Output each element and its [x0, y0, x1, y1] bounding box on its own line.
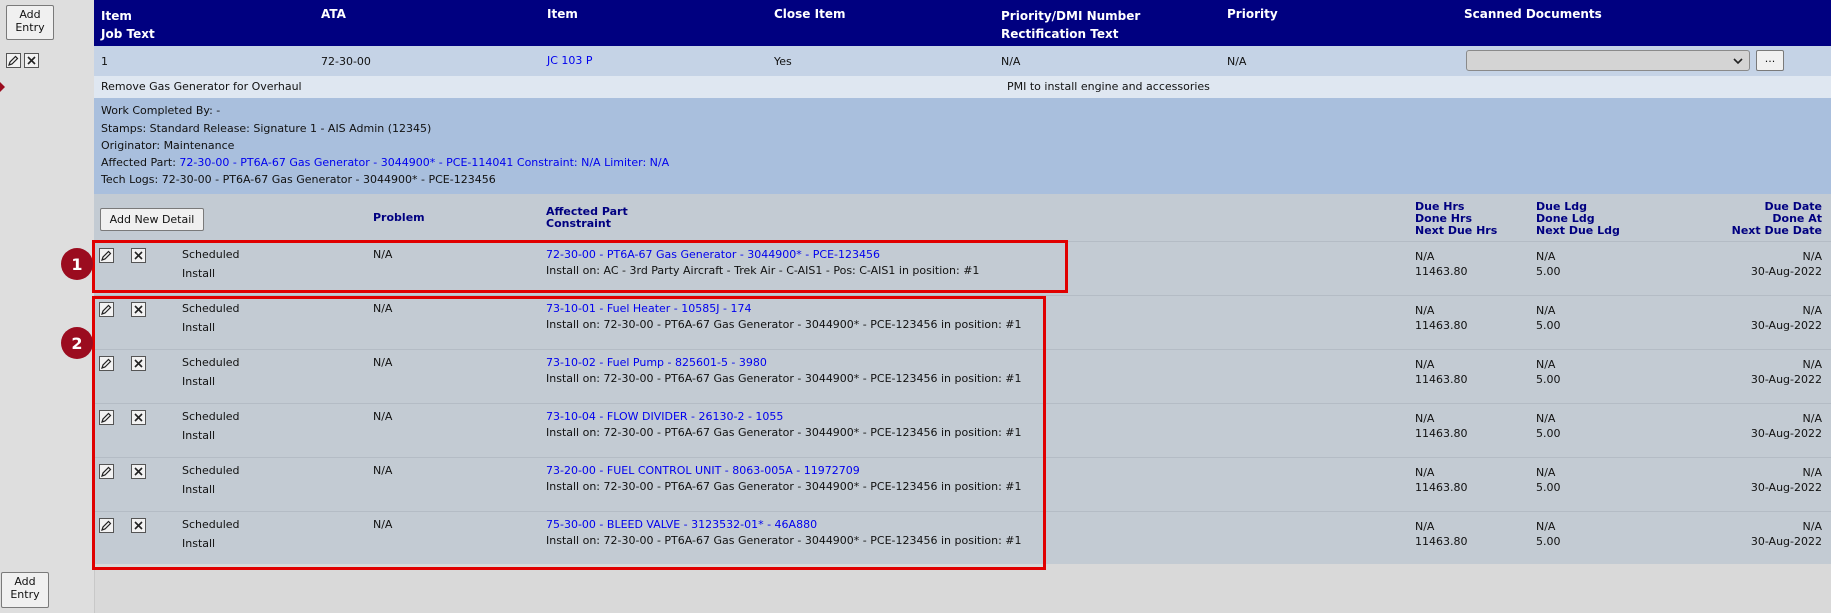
- detail-due-date: N/A: [1802, 466, 1822, 479]
- scanned-documents-select[interactable]: [1466, 50, 1750, 71]
- header-item-2: Item: [547, 7, 578, 21]
- detail-due-date: N/A: [1802, 412, 1822, 425]
- entry-priority: N/A: [1227, 55, 1247, 68]
- work-completed-by: Work Completed By: -: [101, 104, 221, 117]
- entry-priority-dmi: N/A: [1001, 55, 1021, 68]
- detail-due-hrs: N/A: [1415, 466, 1435, 479]
- detail-done-ldg: 5.00: [1536, 373, 1561, 386]
- add-entry-button-top[interactable]: Add Entry: [6, 5, 54, 40]
- detail-done-ldg: 5.00: [1536, 481, 1561, 494]
- detail-done-hrs: 11463.80: [1415, 319, 1468, 332]
- detail-due-date: N/A: [1802, 358, 1822, 371]
- scanned-documents-more-button[interactable]: ...: [1756, 50, 1784, 71]
- current-row-pointer-icon: [0, 82, 5, 92]
- detail-done-at: 30-Aug-2022: [1750, 427, 1822, 440]
- tech-logs: Tech Logs: 72-30-00 - PT6A-67 Gas Genera…: [101, 173, 496, 186]
- detail-due-hrs: N/A: [1415, 304, 1435, 317]
- detail-header-next-due-hrs: Next Due Hrs: [1415, 224, 1498, 237]
- affected-part-link[interactable]: 72-30-00 - PT6A-67 Gas Generator - 30449…: [179, 156, 669, 169]
- detail-due-hrs: N/A: [1415, 250, 1435, 263]
- add-entry-label-line1: Add: [14, 575, 36, 588]
- detail-due-date: N/A: [1802, 250, 1822, 263]
- annotation-badge-1: 1: [61, 248, 93, 280]
- detail-due-date: N/A: [1802, 520, 1822, 533]
- detail-done-hrs: 11463.80: [1415, 535, 1468, 548]
- originator: Originator: Maintenance: [101, 139, 235, 152]
- rectification-text: PMI to install engine and accessories: [1007, 80, 1210, 93]
- detail-done-at: 30-Aug-2022: [1750, 265, 1822, 278]
- affected-part-label: Affected Part:: [101, 156, 180, 169]
- detail-header-next-due-date: Next Due Date: [1731, 224, 1822, 237]
- highlight-box-1: [92, 240, 1068, 293]
- pencil-icon: [8, 55, 19, 66]
- job-text: Remove Gas Generator for Overhaul: [101, 80, 302, 93]
- add-entry-label-line2: Entry: [10, 588, 40, 601]
- add-entry-label-line1: Add: [19, 8, 41, 21]
- detail-header-next-due-ldg: Next Due Ldg: [1536, 224, 1620, 237]
- detail-done-ldg: 5.00: [1536, 535, 1561, 548]
- entry-row: 1 72-30-00 JC 103 P Yes N/A N/A ...: [94, 46, 1831, 76]
- detail-done-hrs: 11463.80: [1415, 265, 1468, 278]
- detail-due-ldg: N/A: [1536, 412, 1556, 425]
- detail-done-at: 30-Aug-2022: [1750, 481, 1822, 494]
- delete-entry-button[interactable]: [24, 53, 39, 68]
- add-entry-button-bottom[interactable]: Add Entry: [1, 572, 49, 608]
- detail-done-hrs: 11463.80: [1415, 373, 1468, 386]
- detail-done-ldg: 5.00: [1536, 265, 1561, 278]
- detail-done-ldg: 5.00: [1536, 319, 1561, 332]
- entry-item-number: 1: [101, 55, 108, 68]
- detail-due-ldg: N/A: [1536, 358, 1556, 371]
- detail-due-ldg: N/A: [1536, 520, 1556, 533]
- detail-due-hrs: N/A: [1415, 520, 1435, 533]
- header-priority: Priority: [1227, 7, 1278, 21]
- detail-done-at: 30-Aug-2022: [1750, 319, 1822, 332]
- detail-due-ldg: N/A: [1536, 250, 1556, 263]
- header-rectification-text: Rectification Text: [1001, 27, 1119, 41]
- annotation-badge-2: 2: [61, 327, 93, 359]
- header-scanned-documents: Scanned Documents: [1464, 7, 1602, 21]
- detail-done-ldg: 5.00: [1536, 427, 1561, 440]
- close-icon: [27, 56, 36, 65]
- header-ata: ATA: [321, 7, 346, 21]
- detail-due-ldg: N/A: [1536, 304, 1556, 317]
- header-job-text: Job Text: [101, 27, 155, 41]
- header-item: Item: [101, 9, 132, 23]
- highlight-box-2: [92, 296, 1046, 570]
- detail-done-hrs: 11463.80: [1415, 427, 1468, 440]
- table-header: Item Job Text ATA Item Close Item Priori…: [94, 0, 1831, 46]
- detail-done-hrs: 11463.80: [1415, 481, 1468, 494]
- chevron-down-icon: [1733, 58, 1743, 65]
- add-new-detail-button[interactable]: Add New Detail: [100, 208, 204, 231]
- detail-due-hrs: N/A: [1415, 412, 1435, 425]
- edit-entry-button[interactable]: [6, 53, 21, 68]
- job-text-row: Remove Gas Generator for Overhaul PMI to…: [94, 76, 1831, 98]
- entry-close-item: Yes: [774, 55, 792, 68]
- entry-ata: 72-30-00: [321, 55, 371, 68]
- stamps: Stamps: Standard Release: Signature 1 - …: [101, 122, 432, 135]
- entry-item-link[interactable]: JC 103 P: [547, 54, 593, 67]
- detail-due-date: N/A: [1802, 304, 1822, 317]
- detail-due-hrs: N/A: [1415, 358, 1435, 371]
- detail-due-ldg: N/A: [1536, 466, 1556, 479]
- detail-header-constraint: Constraint: [546, 217, 611, 230]
- detail-header-problem: Problem: [373, 211, 425, 224]
- detail-done-at: 30-Aug-2022: [1750, 535, 1822, 548]
- detail-done-at: 30-Aug-2022: [1750, 373, 1822, 386]
- info-block: Work Completed By: - Stamps: Standard Re…: [94, 98, 1831, 194]
- add-entry-label-line2: Entry: [15, 21, 45, 34]
- header-priority-dmi: Priority/DMI Number: [1001, 9, 1141, 23]
- header-close-item: Close Item: [774, 7, 846, 21]
